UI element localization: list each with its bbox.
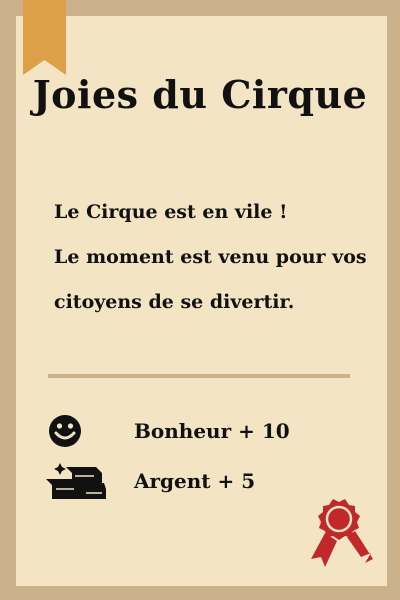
bookmark-ribbon-icon: [23, 0, 66, 75]
card-title: Joies du Cirque: [32, 72, 368, 117]
description-line: citoyens de se divertir.: [54, 291, 295, 313]
smiley-icon: [49, 415, 81, 447]
description-line: Le moment est venu pour vos: [54, 246, 367, 268]
wax-seal-icon: [311, 499, 373, 567]
divider: [48, 374, 350, 378]
description-line: Le Cirque est en vile !: [54, 201, 288, 223]
effect-happiness: Bonheur + 10: [44, 413, 364, 453]
effect-label: Bonheur + 10: [134, 419, 290, 443]
silver-bars-icon: [46, 463, 106, 499]
event-card: Joies du Cirque Le Cirque est en vile ! …: [0, 0, 400, 600]
effect-label: Argent + 5: [134, 469, 256, 493]
card-description: Le Cirque est en vile ! Le moment est ve…: [54, 190, 374, 325]
